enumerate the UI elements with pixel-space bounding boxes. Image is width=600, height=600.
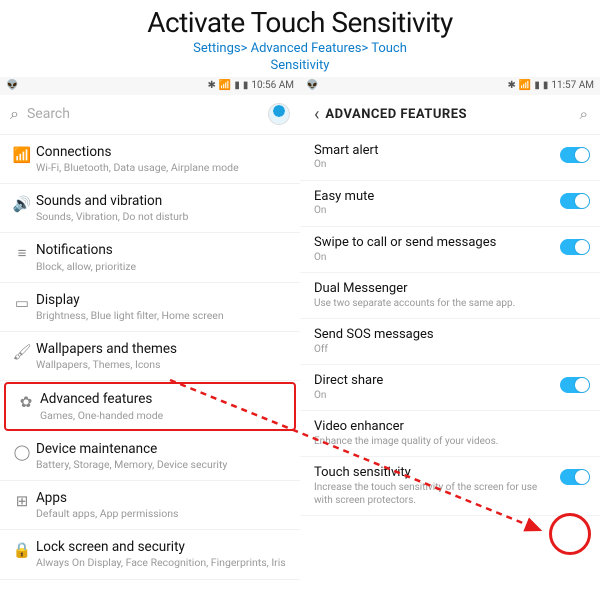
settings-row-apps[interactable]: ⊞AppsDefault apps, App permissions (0, 481, 300, 530)
bluetooth-icon: ✱ (507, 80, 515, 91)
toggle-placeholder (560, 285, 590, 301)
af-row-label: Easy mute (314, 189, 554, 205)
avatar[interactable] (268, 103, 290, 125)
reddit-icon: 👽 (306, 80, 318, 91)
settings-row-display[interactable]: ▭DisplayBrightness, Blue light filter, H… (0, 283, 300, 332)
af-row-subtitle: Increase the touch sensitivity of the sc… (314, 482, 554, 507)
row-icon: ▭ (8, 292, 36, 312)
settings-row-connections[interactable]: 📶ConnectionsWi-Fi, Bluetooth, Data usage… (0, 135, 300, 184)
row-label: Display (36, 292, 290, 308)
settings-row-wallpapers-and-themes[interactable]: 🖌Wallpapers and themesWallpapers, Themes… (0, 332, 300, 381)
advanced-features-pane: 👽 ✱ 📶 ▮ ▮ 11:57 AM ‹ ADVANCED FEATURES ⌕… (300, 77, 600, 580)
advanced-features-title: ADVANCED FEATURES (325, 107, 575, 122)
row-subtitle: Default apps, App permissions (36, 507, 290, 520)
advanced-features-header: ‹ ADVANCED FEATURES ⌕ (300, 95, 600, 135)
row-label: Connections (36, 144, 290, 160)
row-subtitle: Block, allow, prioritize (36, 260, 290, 273)
toggle-switch[interactable] (560, 147, 590, 163)
af-row-subtitle: Off (314, 344, 554, 357)
search-icon[interactable]: ⌕ (576, 105, 592, 123)
row-subtitle: Battery, Storage, Memory, Device securit… (36, 458, 290, 471)
row-label: Lock screen and security (36, 539, 290, 555)
bluetooth-icon: ✱ (207, 80, 215, 91)
af-row-label: Direct share (314, 373, 554, 389)
settings-pane: 👽 ✱ 📶 ▮ ▮ 10:56 AM ⌕ Search 📶Connections… (0, 77, 300, 580)
af-row-subtitle: Use two separate accounts for the same a… (314, 298, 554, 311)
settings-row-notifications[interactable]: ≡Notifications Block, allow, prioritize (0, 233, 300, 282)
row-icon: 🔒 (8, 539, 36, 559)
row-subtitle: Sounds, Vibration, Do not disturb (36, 210, 290, 223)
toggle-placeholder (560, 331, 590, 347)
status-bar-right: 👽 ✱ 📶 ▮ ▮ 11:57 AM (300, 77, 600, 95)
af-row-label: Dual Messenger (314, 281, 554, 297)
settings-row-advanced-features[interactable]: ✿Advanced features Games, One-handed mode (4, 382, 296, 430)
row-label: Wallpapers and themes (36, 341, 290, 357)
row-subtitle: Brightness, Blue light filter, Home scre… (36, 309, 290, 322)
row-label: Advanced features (40, 391, 288, 407)
row-icon: ✿ (12, 391, 40, 411)
toggle-switch[interactable] (560, 469, 590, 485)
toggle-switch[interactable] (560, 193, 590, 209)
af-row-subtitle: On (314, 390, 554, 403)
af-row-touch-sensitivity[interactable]: Touch sensitivityIncrease the touch sens… (300, 457, 600, 516)
toggle-placeholder (560, 423, 590, 439)
search-icon: ⌕ (10, 104, 19, 124)
row-subtitle: Wi-Fi, Bluetooth, Data usage, Airplane m… (36, 161, 290, 174)
af-row-send-sos-messages[interactable]: Send SOS messagesOff (300, 319, 600, 365)
search-placeholder: Search (27, 106, 268, 122)
row-subtitle: Wallpapers, Themes, Icons (36, 358, 290, 371)
signal-icon: ▮ (534, 80, 540, 91)
af-row-label: Smart alert (314, 143, 554, 159)
row-label: Notifications (36, 242, 290, 258)
page-title: Activate Touch Sensitivity (0, 6, 600, 39)
battery-icon: ▮ (543, 80, 549, 91)
af-row-subtitle: On (314, 252, 554, 265)
clock-text: 11:57 AM (551, 80, 594, 91)
af-row-label: Video enhancer (314, 419, 554, 435)
row-icon: 🖌 (8, 341, 36, 361)
settings-row-lock-screen-and-security[interactable]: 🔒Lock screen and securityAlways On Displ… (0, 530, 300, 579)
af-row-subtitle: On (314, 159, 554, 172)
af-row-label: Touch sensitivity (314, 465, 554, 481)
toggle-switch[interactable] (560, 377, 590, 393)
row-icon: ⊞ (8, 490, 36, 510)
af-row-video-enhancer[interactable]: Video enhancerEnhance the image quality … (300, 411, 600, 457)
settings-row-device-maintenance[interactable]: ◯Device maintenanceBattery, Storage, Mem… (0, 432, 300, 481)
af-row-label: Send SOS messages (314, 327, 554, 343)
back-icon[interactable]: ‹ (308, 104, 325, 125)
af-row-direct-share[interactable]: Direct shareOn (300, 365, 600, 411)
af-row-smart-alert[interactable]: Smart alertOn (300, 135, 600, 181)
breadcrumb: Settings> Advanced Features> Touch Sensi… (0, 41, 600, 75)
af-row-easy-mute[interactable]: Easy muteOn (300, 181, 600, 227)
row-icon: ≡ (8, 242, 36, 262)
af-row-subtitle: On (314, 205, 554, 218)
row-label: Sounds and vibration (36, 193, 290, 209)
af-row-subtitle: Enhance the image quality of your videos… (314, 436, 554, 449)
row-icon: ◯ (8, 441, 36, 461)
row-subtitle: Always On Display, Face Recognition, Fin… (36, 556, 290, 569)
search-bar[interactable]: ⌕ Search (0, 95, 300, 135)
af-row-swipe-to-call-or-send-messages[interactable]: Swipe to call or send messagesOn (300, 227, 600, 273)
signal-icon: ▮ (234, 80, 240, 91)
clock-text: 10:56 AM (251, 80, 294, 91)
row-label: Apps (36, 490, 290, 506)
settings-row-sounds-and-vibration[interactable]: 🔊Sounds and vibrationSounds, Vibration, … (0, 184, 300, 233)
wifi-icon: 📶 (219, 80, 231, 91)
row-subtitle: Games, One-handed mode (40, 409, 288, 422)
reddit-icon: 👽 (6, 80, 18, 91)
status-bar-left: 👽 ✱ 📶 ▮ ▮ 10:56 AM (0, 77, 300, 95)
battery-icon: ▮ (243, 80, 249, 91)
wifi-icon: 📶 (519, 80, 531, 91)
af-row-label: Swipe to call or send messages (314, 235, 554, 251)
af-row-dual-messenger[interactable]: Dual MessengerUse two separate accounts … (300, 273, 600, 319)
toggle-switch[interactable] (560, 239, 590, 255)
row-icon: 📶 (8, 144, 36, 164)
row-label: Device maintenance (36, 441, 290, 457)
row-icon: 🔊 (8, 193, 36, 213)
